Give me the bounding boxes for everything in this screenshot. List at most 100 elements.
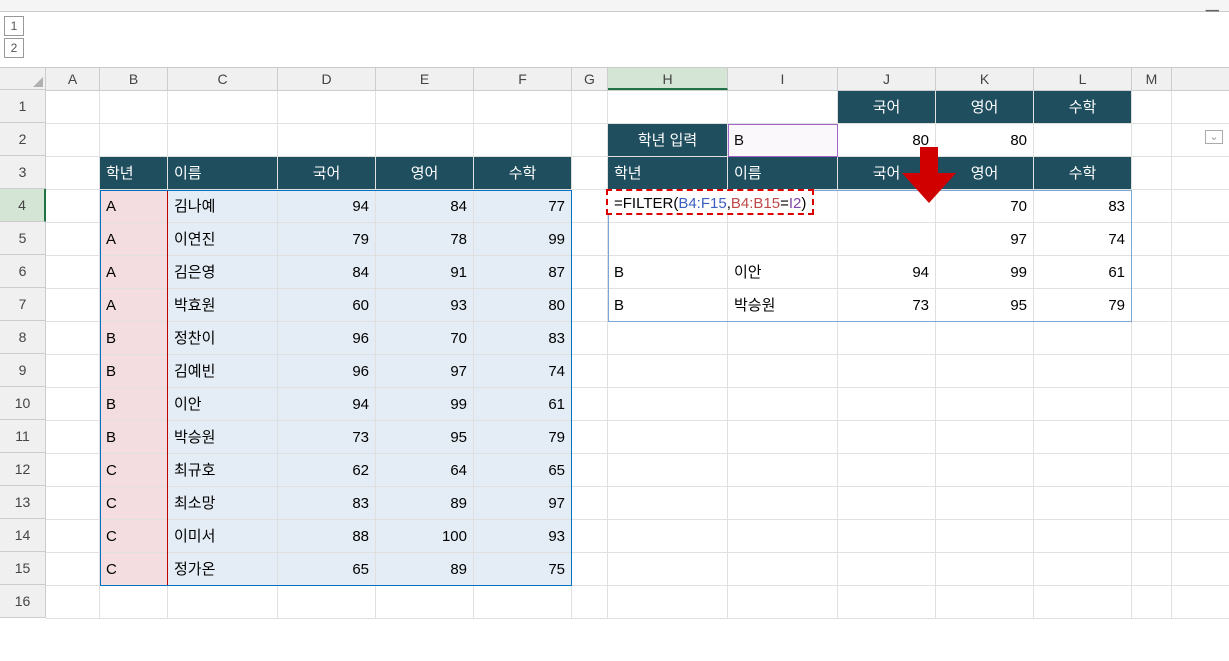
row-header-5[interactable]: 5 xyxy=(0,222,46,255)
spill-cell-grade[interactable]: B xyxy=(608,289,728,321)
table-cell-eng[interactable]: 64 xyxy=(376,454,474,486)
table-cell-math[interactable]: 77 xyxy=(474,190,572,222)
col-header-F[interactable]: F xyxy=(474,68,572,90)
spreadsheet-grid[interactable]: A B C D E F G H I J K L M 1 2 3 4 5 6 7 … xyxy=(0,68,1229,619)
spill-cell-eng[interactable]: 95 xyxy=(936,289,1034,321)
table-cell-math[interactable]: 80 xyxy=(474,289,572,321)
table-cell-math[interactable]: 87 xyxy=(474,256,572,288)
table-cell-math[interactable]: 75 xyxy=(474,553,572,585)
col-header-M[interactable]: M xyxy=(1132,68,1172,90)
table-cell-math[interactable]: 74 xyxy=(474,355,572,387)
table-cell-name[interactable]: 정찬이 xyxy=(168,322,278,354)
table-cell-kor[interactable]: 94 xyxy=(278,388,376,420)
row-header-9[interactable]: 9 xyxy=(0,354,46,387)
table-cell-eng[interactable]: 70 xyxy=(376,322,474,354)
table-cell-eng[interactable]: 99 xyxy=(376,388,474,420)
row-header-13[interactable]: 13 xyxy=(0,486,46,519)
spill-cell-math[interactable]: 83 xyxy=(1034,190,1132,222)
table-cell-eng[interactable]: 93 xyxy=(376,289,474,321)
table-cell-grade[interactable]: B xyxy=(100,388,168,420)
table-cell-name[interactable]: 이안 xyxy=(168,388,278,420)
spill-cell-math[interactable]: 74 xyxy=(1034,223,1132,255)
table-cell-kor[interactable]: 73 xyxy=(278,421,376,453)
table-cell-kor[interactable]: 83 xyxy=(278,487,376,519)
table-cell-name[interactable]: 이연진 xyxy=(168,223,278,255)
row-header-2[interactable]: 2 xyxy=(0,123,46,156)
spill-cell-grade[interactable]: B xyxy=(608,256,728,288)
table-cell-name[interactable]: 정가온 xyxy=(168,553,278,585)
row-header-8[interactable]: 8 xyxy=(0,321,46,354)
table-cell-kor[interactable]: 79 xyxy=(278,223,376,255)
table-cell-math[interactable]: 65 xyxy=(474,454,572,486)
col-header-B[interactable]: B xyxy=(100,68,168,90)
table-cell-eng[interactable]: 95 xyxy=(376,421,474,453)
col-header-H[interactable]: H xyxy=(608,68,728,90)
table-cell-eng[interactable]: 100 xyxy=(376,520,474,552)
table-cell-grade[interactable]: B xyxy=(100,355,168,387)
table-cell-kor[interactable]: 96 xyxy=(278,355,376,387)
table-cell-grade[interactable]: A xyxy=(100,190,168,222)
row-header-7[interactable]: 7 xyxy=(0,288,46,321)
table-cell-math[interactable]: 93 xyxy=(474,520,572,552)
table-cell-grade[interactable]: A xyxy=(100,289,168,321)
table-cell-grade[interactable]: A xyxy=(100,223,168,255)
grade-input-value[interactable]: B xyxy=(728,124,838,156)
table-cell-grade[interactable]: B xyxy=(100,421,168,453)
outline-level-1[interactable]: 1 xyxy=(4,16,24,36)
summary-eng[interactable]: 80 xyxy=(936,124,1034,156)
table-cell-math[interactable]: 61 xyxy=(474,388,572,420)
spill-cell-math[interactable]: 79 xyxy=(1034,289,1132,321)
col-header-J[interactable]: J xyxy=(838,68,936,90)
table-cell-name[interactable]: 김나예 xyxy=(168,190,278,222)
table-cell-math[interactable]: 97 xyxy=(474,487,572,519)
col-header-A[interactable]: A xyxy=(46,68,100,90)
table-cell-kor[interactable]: 88 xyxy=(278,520,376,552)
table-cell-math[interactable]: 79 xyxy=(474,421,572,453)
row-header-15[interactable]: 15 xyxy=(0,552,46,585)
table-cell-grade[interactable]: A xyxy=(100,256,168,288)
table-cell-name[interactable]: 박효원 xyxy=(168,289,278,321)
row-header-1[interactable]: 1 xyxy=(0,90,46,123)
col-header-I[interactable]: I xyxy=(728,68,838,90)
summary-kor[interactable]: 80 xyxy=(838,124,936,156)
row-header-16[interactable]: 16 xyxy=(0,585,46,618)
table-cell-eng[interactable]: 84 xyxy=(376,190,474,222)
row-header-12[interactable]: 12 xyxy=(0,453,46,486)
table-cell-math[interactable]: 83 xyxy=(474,322,572,354)
table-cell-kor[interactable]: 62 xyxy=(278,454,376,486)
table-cell-grade[interactable]: C xyxy=(100,520,168,552)
summary-math[interactable] xyxy=(1034,124,1132,156)
spill-cell-name[interactable]: 박승원 xyxy=(728,289,838,321)
table-cell-kor[interactable]: 84 xyxy=(278,256,376,288)
spill-cell-kor[interactable]: 94 xyxy=(838,256,936,288)
table-cell-eng[interactable]: 78 xyxy=(376,223,474,255)
table-cell-name[interactable]: 최규호 xyxy=(168,454,278,486)
table-cell-name[interactable]: 김은영 xyxy=(168,256,278,288)
table-cell-kor[interactable]: 60 xyxy=(278,289,376,321)
table-cell-kor[interactable]: 96 xyxy=(278,322,376,354)
row-header-3[interactable]: 3 xyxy=(0,156,46,189)
table-cell-eng[interactable]: 89 xyxy=(376,487,474,519)
spill-cell-eng[interactable]: 97 xyxy=(936,223,1034,255)
table-cell-name[interactable]: 박승원 xyxy=(168,421,278,453)
row-header-10[interactable]: 10 xyxy=(0,387,46,420)
table-cell-eng[interactable]: 89 xyxy=(376,553,474,585)
spill-cell-eng[interactable]: 99 xyxy=(936,256,1034,288)
col-header-D[interactable]: D xyxy=(278,68,376,90)
table-cell-grade[interactable]: C xyxy=(100,454,168,486)
row-header-6[interactable]: 6 xyxy=(0,255,46,288)
table-cell-kor[interactable]: 65 xyxy=(278,553,376,585)
outline-level-2[interactable]: 2 xyxy=(4,38,24,58)
row-header-14[interactable]: 14 xyxy=(0,519,46,552)
col-header-K[interactable]: K xyxy=(936,68,1034,90)
col-header-L[interactable]: L xyxy=(1034,68,1132,90)
table-cell-eng[interactable]: 91 xyxy=(376,256,474,288)
table-cell-kor[interactable]: 94 xyxy=(278,190,376,222)
row-header-11[interactable]: 11 xyxy=(0,420,46,453)
col-header-C[interactable]: C xyxy=(168,68,278,90)
col-header-E[interactable]: E xyxy=(376,68,474,90)
table-cell-name[interactable]: 최소망 xyxy=(168,487,278,519)
formula-cell[interactable]: =FILTER(B4:F15,B4:B15=I2) xyxy=(606,189,814,215)
table-cell-grade[interactable]: C xyxy=(100,553,168,585)
spill-cell-kor[interactable]: 73 xyxy=(838,289,936,321)
